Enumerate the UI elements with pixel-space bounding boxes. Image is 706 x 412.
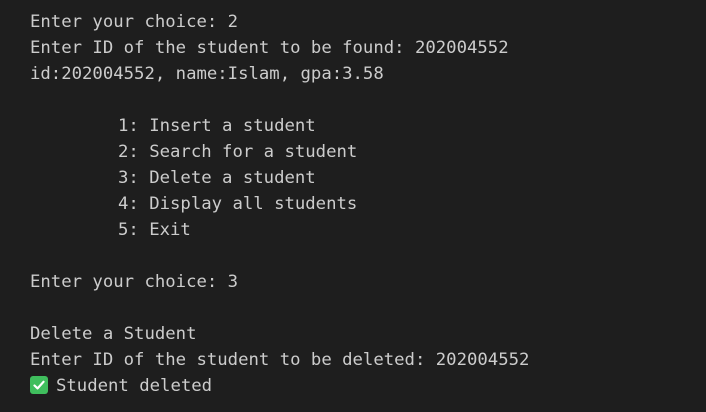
delete-header: Delete a Student [30,324,197,344]
menu-item-display: 4: Display all students [118,194,358,214]
check-mark-icon [30,376,48,394]
output-line-choice-3: Enter your choice: 3 [30,272,239,292]
menu-item-delete: 3: Delete a student [118,168,316,188]
deleted-message: Student deleted [56,376,213,396]
menu-item-insert: 1: Insert a student [118,116,316,136]
output-line-student-record: id:202004552, name:Islam, gpa:3.58 [30,64,384,84]
output-line-choice-2: Enter your choice: 2 [30,12,239,32]
deleted-status-line: Student deleted [30,373,706,399]
delete-id-prompt: Enter ID of the student to be deleted: 2… [30,350,530,370]
menu-item-exit: 5: Exit [118,220,191,240]
menu-item-search: 2: Search for a student [118,142,358,162]
output-line-find-id: Enter ID of the student to be found: 202… [30,38,509,58]
terminal-output[interactable]: Enter your choice: 2 Enter ID of the stu… [0,0,706,412]
